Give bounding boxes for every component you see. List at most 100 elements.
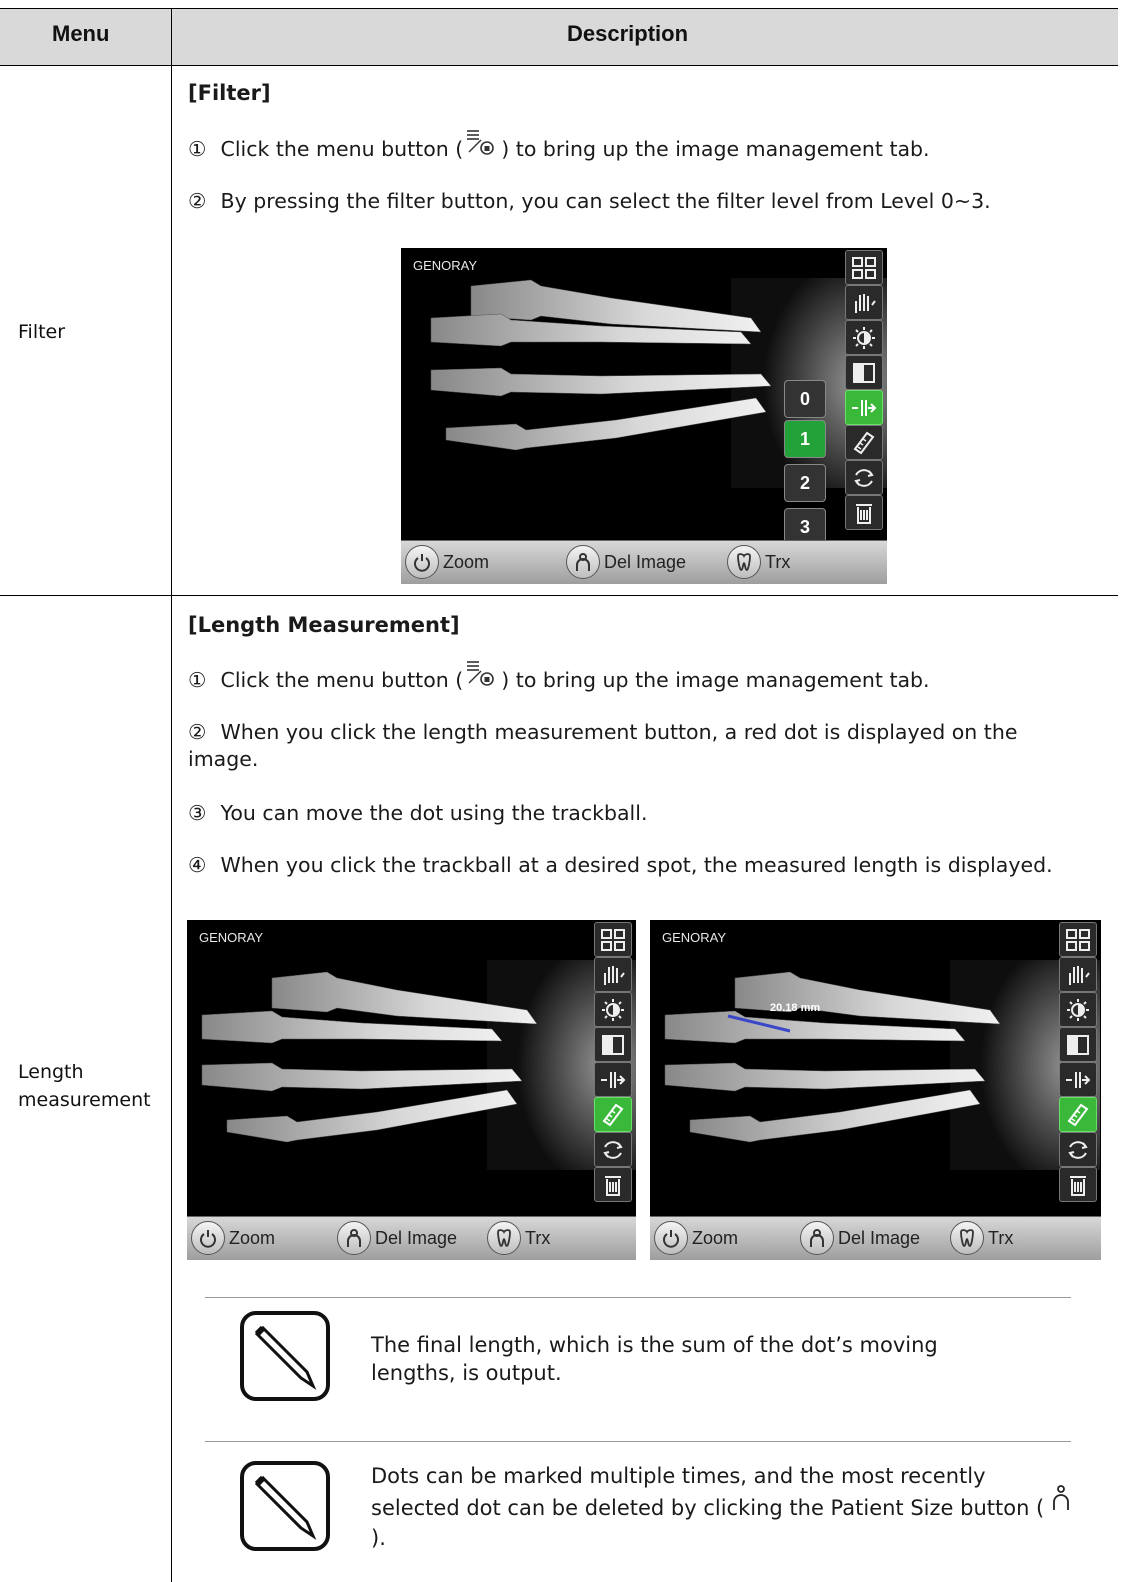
- step-number: ①: [188, 137, 207, 161]
- menu-length-measurement: Length measurement: [18, 1061, 151, 1111]
- header-menu: Menu: [52, 21, 110, 46]
- step-text: You can move the dot using the trackball…: [220, 801, 648, 825]
- grid-icon[interactable]: [1059, 922, 1097, 957]
- trash-icon[interactable]: [1059, 1167, 1097, 1202]
- pencil-note-icon: [239, 1460, 331, 1556]
- del-image-button[interactable]: Del Image: [337, 1221, 457, 1255]
- step-text-after: ) to bring up the image management tab.: [501, 137, 930, 161]
- menu-lock-icon: [463, 130, 501, 159]
- del-image-label: Del Image: [838, 1227, 921, 1248]
- rotate-icon[interactable]: [1059, 1132, 1097, 1167]
- length-step-3: ③ You can move the dot using the trackba…: [188, 800, 1108, 827]
- step-number: ②: [188, 189, 207, 213]
- filter-icon[interactable]: [845, 390, 883, 425]
- bottom-bar: Zoom Del Image Trx: [650, 1216, 1101, 1260]
- trx-button[interactable]: Trx: [727, 545, 791, 579]
- filter-title: [Filter]: [188, 81, 271, 105]
- hand-icon[interactable]: [845, 285, 883, 320]
- column-divider: [171, 8, 172, 1582]
- filter-level-1[interactable]: 1: [784, 420, 826, 458]
- ruler-icon[interactable]: [845, 425, 883, 460]
- note-2-before: Dots can be marked multiple times, and t…: [371, 1464, 1045, 1520]
- contrast-icon[interactable]: [845, 355, 883, 390]
- note-divider: [205, 1441, 1071, 1442]
- ruler-icon[interactable]: [594, 1097, 632, 1132]
- trx-label: Trx: [525, 1227, 551, 1248]
- zoom-button[interactable]: Zoom: [191, 1221, 276, 1255]
- table-top-border: [0, 8, 1118, 9]
- step-text-before: Click the menu button (: [220, 137, 464, 161]
- row-divider: [0, 595, 1118, 596]
- zoom-label: Zoom: [229, 1227, 276, 1248]
- brightness-icon[interactable]: [1059, 992, 1097, 1027]
- power-icon: [654, 1221, 688, 1255]
- trx-label: Trx: [988, 1227, 1014, 1248]
- rotate-icon[interactable]: [845, 460, 883, 495]
- hand-xray-image: [664, 960, 1100, 1170]
- length-title: [Length Measurement]: [188, 613, 460, 637]
- filter-level-2[interactable]: 2: [784, 464, 826, 502]
- menu-filter: Filter: [18, 321, 66, 343]
- step-number: ①: [188, 668, 207, 692]
- contrast-icon[interactable]: [594, 1027, 632, 1062]
- step-text: When you click the length measurement bu…: [188, 720, 1018, 771]
- note-divider: [205, 1297, 1071, 1298]
- hand-xray-image: [201, 960, 636, 1170]
- brightness-icon[interactable]: [845, 320, 883, 355]
- zoom-label: Zoom: [692, 1227, 739, 1248]
- length-step-1: ① Click the menu button ( ) to bring up …: [188, 661, 1108, 694]
- step-number: ②: [188, 720, 207, 744]
- trx-button[interactable]: Trx: [950, 1221, 1014, 1255]
- grid-icon[interactable]: [594, 922, 632, 957]
- trash-icon[interactable]: [594, 1167, 632, 1202]
- note-text-1: The final length, which is the sum of th…: [371, 1333, 938, 1385]
- hand-icon[interactable]: [1059, 957, 1097, 992]
- del-image-button[interactable]: Del Image: [800, 1221, 921, 1255]
- filter-step-2: ② By pressing the filter button, you can…: [188, 188, 1108, 215]
- power-icon: [405, 545, 439, 579]
- header-bottom-border: [0, 65, 1118, 66]
- ruler-icon[interactable]: [1059, 1097, 1097, 1132]
- power-icon: [191, 1221, 225, 1255]
- filter-icon[interactable]: [594, 1062, 632, 1097]
- tooth-icon: [727, 545, 761, 579]
- step-text-after: ) to bring up the image management tab.: [501, 668, 930, 692]
- trash-icon[interactable]: [845, 495, 883, 530]
- tooth-icon: [487, 1221, 521, 1255]
- step-text: By pressing the filter button, you can s…: [220, 189, 991, 213]
- hand-icon[interactable]: [594, 957, 632, 992]
- tooth-icon: [950, 1221, 984, 1255]
- length-step-2: ② When you click the length measurement …: [188, 719, 1088, 773]
- person-icon: [566, 545, 600, 579]
- rotate-icon[interactable]: [594, 1132, 632, 1167]
- menu-lock-icon: [463, 661, 501, 690]
- filter-screenshot: GENORAY 0 1 2 3 Zoom Del Image Trx: [401, 248, 887, 584]
- table-header: [0, 8, 1118, 66]
- header-description: Description: [567, 21, 689, 46]
- bottom-bar: Zoom Del Image Trx: [187, 1216, 636, 1260]
- step-number: ③: [188, 801, 207, 825]
- step-number: ④: [188, 853, 207, 877]
- person-icon: [800, 1221, 834, 1255]
- filter-icon[interactable]: [1059, 1062, 1097, 1097]
- length-step-4: ④ When you click the trackball at a desi…: [188, 852, 1068, 879]
- zoom-button[interactable]: Zoom: [654, 1221, 739, 1255]
- trx-label: Trx: [765, 551, 791, 572]
- bottom-bar: Zoom Del Image Trx: [401, 540, 887, 584]
- trx-button[interactable]: Trx: [487, 1221, 551, 1255]
- note-2-after: ).: [371, 1526, 386, 1550]
- step-text: When you click the trackball at a desire…: [220, 853, 1053, 877]
- person-icon: [337, 1221, 371, 1255]
- contrast-icon[interactable]: [1059, 1027, 1097, 1062]
- length-screenshot-after: GENORAY 20.18 mm Zoom Del Image Trx: [650, 920, 1101, 1260]
- zoom-button[interactable]: Zoom: [405, 545, 489, 579]
- del-image-label: Del Image: [604, 551, 687, 572]
- step-text-before: Click the menu button (: [220, 668, 464, 692]
- brightness-icon[interactable]: [594, 992, 632, 1027]
- filter-step-1: ① Click the menu button ( ) to bring up …: [188, 130, 1108, 163]
- grid-icon[interactable]: [845, 250, 883, 285]
- del-image-button[interactable]: Del Image: [566, 545, 687, 579]
- note-text-2: Dots can be marked multiple times, and t…: [371, 1461, 1071, 1553]
- filter-level-0[interactable]: 0: [784, 380, 826, 418]
- length-screenshot-before: GENORAY Zoom Del Image Trx: [187, 920, 636, 1260]
